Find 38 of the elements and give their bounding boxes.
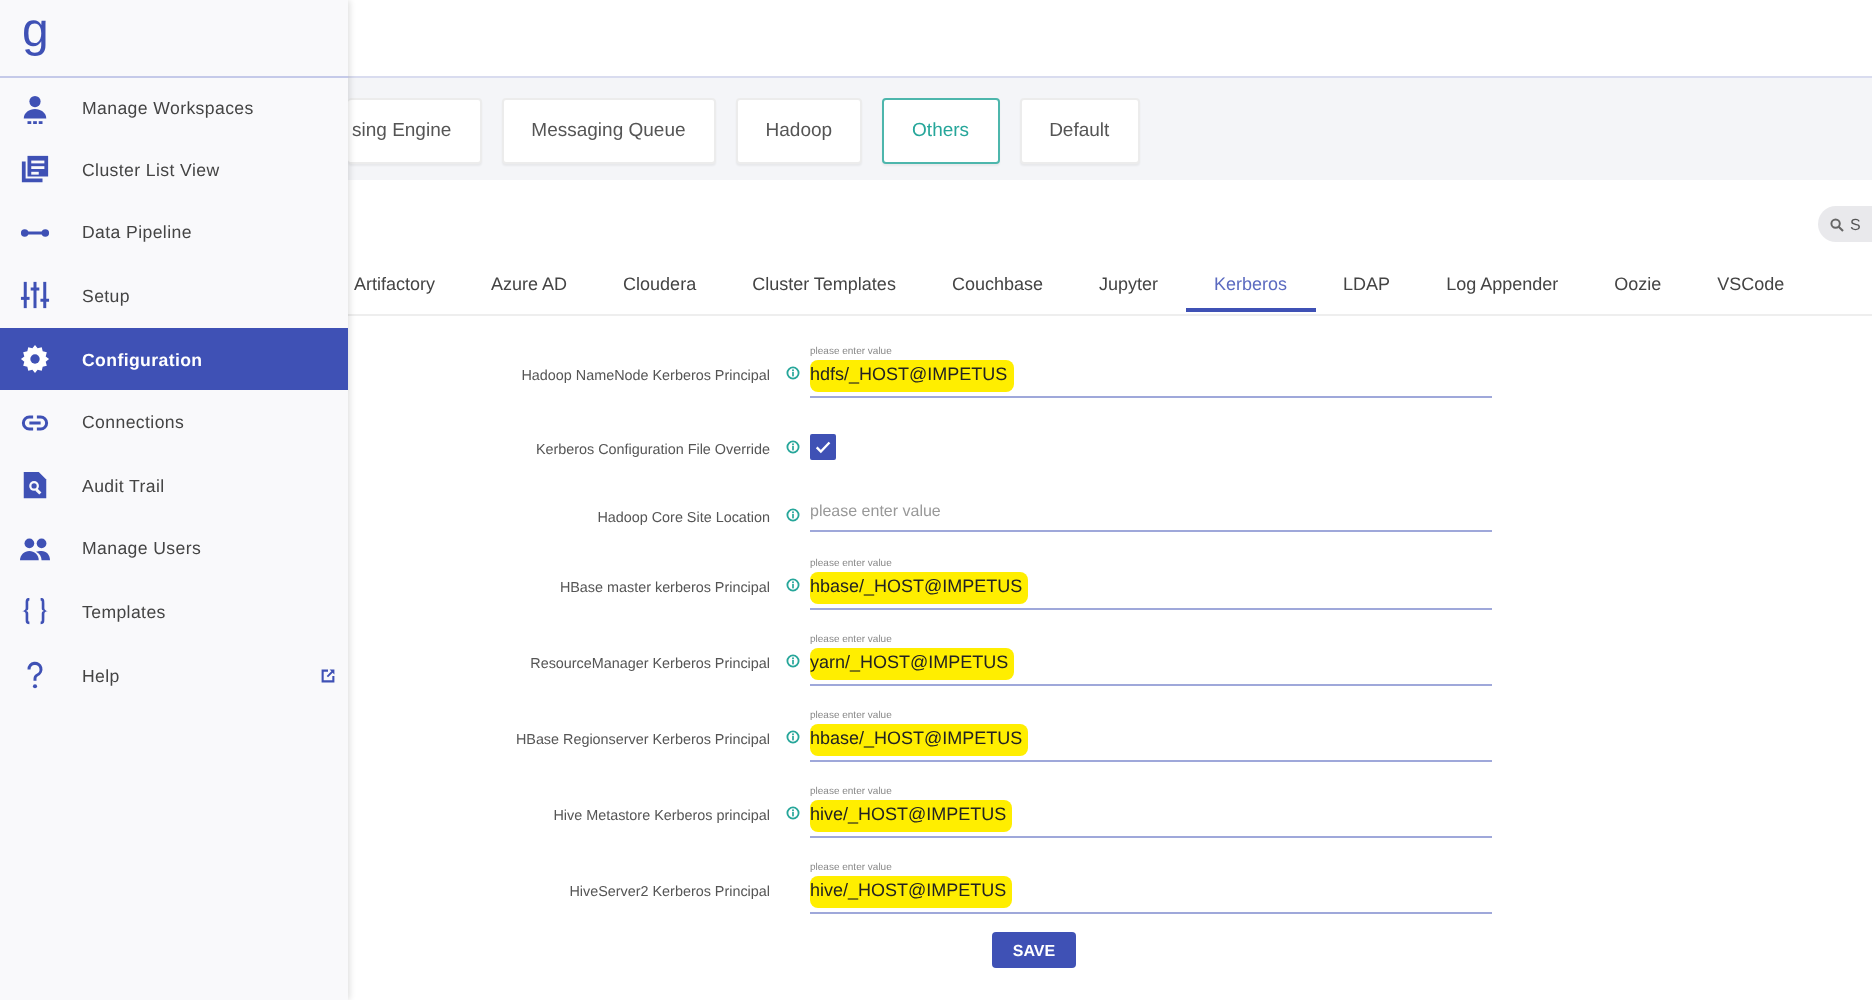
search-icon — [1830, 217, 1844, 231]
tab[interactable]: Cluster Templates — [724, 268, 924, 312]
sidebar-item[interactable]: Manage Users — [0, 517, 348, 581]
tab[interactable]: Oozie — [1586, 268, 1690, 312]
checkmark-icon — [814, 437, 832, 455]
tab[interactable]: Cloudera — [595, 268, 725, 312]
list-icon — [20, 154, 50, 185]
settings-icon — [20, 344, 50, 375]
tab[interactable]: Azure AD — [463, 268, 596, 312]
tab[interactable]: Couchbase — [923, 268, 1071, 312]
person-icon — [20, 93, 50, 123]
tab[interactable]: LDAP — [1315, 268, 1419, 312]
logo[interactable]: g — [22, 8, 49, 68]
category-tab[interactable]: sing Engine — [348, 98, 482, 164]
sidebar-item[interactable]: Cluster List View — [0, 138, 348, 202]
sidebar-item[interactable]: Manage Workspaces — [0, 78, 348, 138]
category-tab[interactable]: Default — [1019, 98, 1140, 164]
category-tab[interactable]: Hadoop — [735, 98, 863, 164]
sidebar-item[interactable]: Data Pipeline — [0, 201, 348, 265]
save-button[interactable]: SAVE — [992, 932, 1076, 968]
sliders-icon — [20, 280, 50, 311]
sidebar-item[interactable]: Audit Trail — [0, 453, 348, 518]
tab[interactable]: Jupyter — [1071, 268, 1187, 312]
sidebar-item[interactable]: Connections — [0, 390, 348, 454]
category-tab[interactable]: Messaging Queue — [501, 98, 716, 164]
sidebar-item[interactable]: Templates — [0, 580, 348, 644]
braces-icon — [20, 596, 50, 627]
checkbox[interactable] — [810, 433, 836, 459]
sidebar-item[interactable]: Help — [0, 643, 348, 707]
tab[interactable]: Kerberos — [1186, 268, 1316, 312]
document-search-icon — [20, 470, 50, 501]
tab[interactable]: VSCode — [1689, 268, 1813, 312]
users-icon — [20, 533, 50, 564]
sidebar-item[interactable]: Configuration — [0, 327, 348, 391]
tab[interactable]: Log Appender — [1418, 268, 1587, 312]
sidebar-item[interactable]: Setup — [0, 264, 348, 328]
tab[interactable]: Artifactory — [348, 268, 464, 312]
search-field[interactable]: S — [1818, 206, 1872, 242]
